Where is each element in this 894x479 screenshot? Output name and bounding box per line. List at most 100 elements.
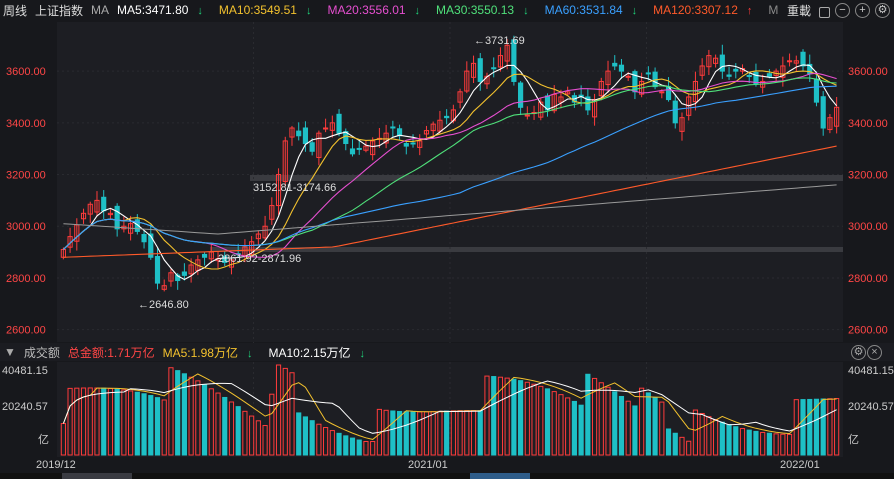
vol-tick-right-max: 40481.15 [848, 365, 894, 377]
price-tick-right: 3200.00 [848, 170, 888, 182]
volume-bar [403, 411, 409, 456]
price-tick-right: 3400.00 [848, 118, 888, 130]
candle-body [154, 255, 161, 284]
volume-bar [820, 398, 826, 456]
candle-body [672, 100, 678, 124]
candle-body [733, 68, 739, 72]
volume-ma10: MA10:2.15万亿 [268, 345, 351, 360]
volume-total: 总金额:1.71万亿 [67, 345, 155, 360]
volume-ma5: MA5:1.98万亿 [162, 345, 238, 360]
candle-body [410, 142, 416, 145]
volume-bar [444, 410, 450, 456]
volume-bar [491, 376, 497, 456]
volume-bar [726, 424, 732, 456]
volume-bar [585, 373, 591, 456]
volume-bar [571, 400, 577, 456]
volume-bar [134, 391, 140, 456]
volume-bar [800, 399, 806, 456]
candle-body [726, 74, 732, 77]
candle-body [302, 127, 309, 145]
volume-bar [343, 435, 349, 456]
price-tick-right: 2800.00 [848, 273, 888, 285]
price-tick-right: 3000.00 [848, 221, 888, 233]
vol-tick-left-mid: 20240.57 [2, 401, 48, 413]
down-arrow-icon: ↓ [246, 347, 253, 360]
candle-body [491, 67, 497, 70]
candle-body [323, 127, 329, 130]
candle-body [800, 51, 806, 67]
volume-bar [222, 396, 228, 456]
volume-bar [477, 410, 483, 456]
candle-body [444, 115, 450, 119]
candle-body [390, 126, 396, 129]
vol-tick-right-mid: 20240.57 [848, 401, 894, 413]
gap-upper-label: 3152.81-3174.66 [253, 182, 336, 194]
candle-body [766, 73, 772, 77]
down-arrow-icon: ↓ [359, 347, 366, 360]
volume-bar [154, 397, 161, 456]
volume-bar [410, 411, 416, 456]
candle-body [477, 58, 483, 82]
volume-bar [349, 437, 356, 456]
volume-bar [618, 395, 625, 456]
volume-bar [201, 384, 208, 456]
candle-body [296, 130, 302, 137]
high-annotation: ←3731.69 [474, 35, 525, 47]
vol-tick-left-unit: 亿 [38, 433, 49, 446]
volume-bar [665, 428, 672, 456]
volume-bar [612, 391, 618, 456]
vol-tick-left-max: 40481.15 [2, 365, 48, 377]
candle-body [612, 62, 618, 67]
candle-body [518, 82, 524, 108]
volume-bar [733, 426, 739, 456]
volume-bar [356, 439, 362, 456]
volume-bar [302, 416, 309, 456]
volume-bar [101, 387, 107, 456]
candle-body [403, 143, 409, 147]
bottom-tab-strip[interactable] [0, 473, 894, 479]
x-tick-end: 2022/01 [780, 459, 820, 471]
candle-body [645, 72, 651, 75]
volume-bar [148, 395, 154, 456]
volume-bar [235, 406, 241, 456]
kline-chart[interactable]: 3600.00 3600.00 3400.00 3400.00 3200.00 3200.… [0, 0, 894, 479]
candle-body [356, 147, 362, 150]
candle-body [336, 113, 342, 134]
volume-bar [511, 378, 517, 456]
volume-bar [672, 432, 678, 456]
candle-body [181, 271, 187, 276]
volume-bar [578, 404, 584, 456]
collapse-icon[interactable]: ▼ [4, 345, 16, 359]
volume-bar [336, 432, 342, 456]
settings-icon[interactable]: ⚙ [851, 344, 866, 360]
vol-tick-right-unit: 亿 [848, 433, 859, 446]
volume-bar [309, 420, 315, 456]
candle-body [786, 60, 793, 63]
volume-bar [544, 388, 551, 456]
candle-body [114, 205, 120, 230]
price-tick-left: 2800.00 [6, 273, 46, 285]
price-tick-left: 3000.00 [6, 221, 46, 233]
candle-body [746, 75, 752, 78]
candle-body [524, 114, 530, 117]
candle-body [719, 54, 725, 72]
volume-bar [753, 430, 759, 456]
x-tick-mid: 2021/01 [408, 459, 448, 471]
volume-bar [807, 398, 813, 456]
candle-body [349, 148, 356, 155]
x-tick-start: 2019/12 [36, 459, 76, 471]
volume-bar [296, 412, 302, 456]
close-icon[interactable]: × [867, 344, 882, 360]
gap-band-upper [250, 175, 843, 181]
price-tick-left: 3200.00 [6, 170, 46, 182]
candle-body [309, 142, 315, 152]
candle-body [618, 64, 625, 72]
price-tick-left: 3600.00 [6, 66, 46, 78]
volume-bar [181, 373, 187, 456]
volume-bar [114, 388, 120, 456]
price-tick-right: 3600.00 [848, 66, 888, 78]
volume-bar [141, 393, 147, 456]
volume-bar [652, 397, 658, 456]
candle-body [659, 91, 665, 94]
candle-body [201, 253, 208, 258]
